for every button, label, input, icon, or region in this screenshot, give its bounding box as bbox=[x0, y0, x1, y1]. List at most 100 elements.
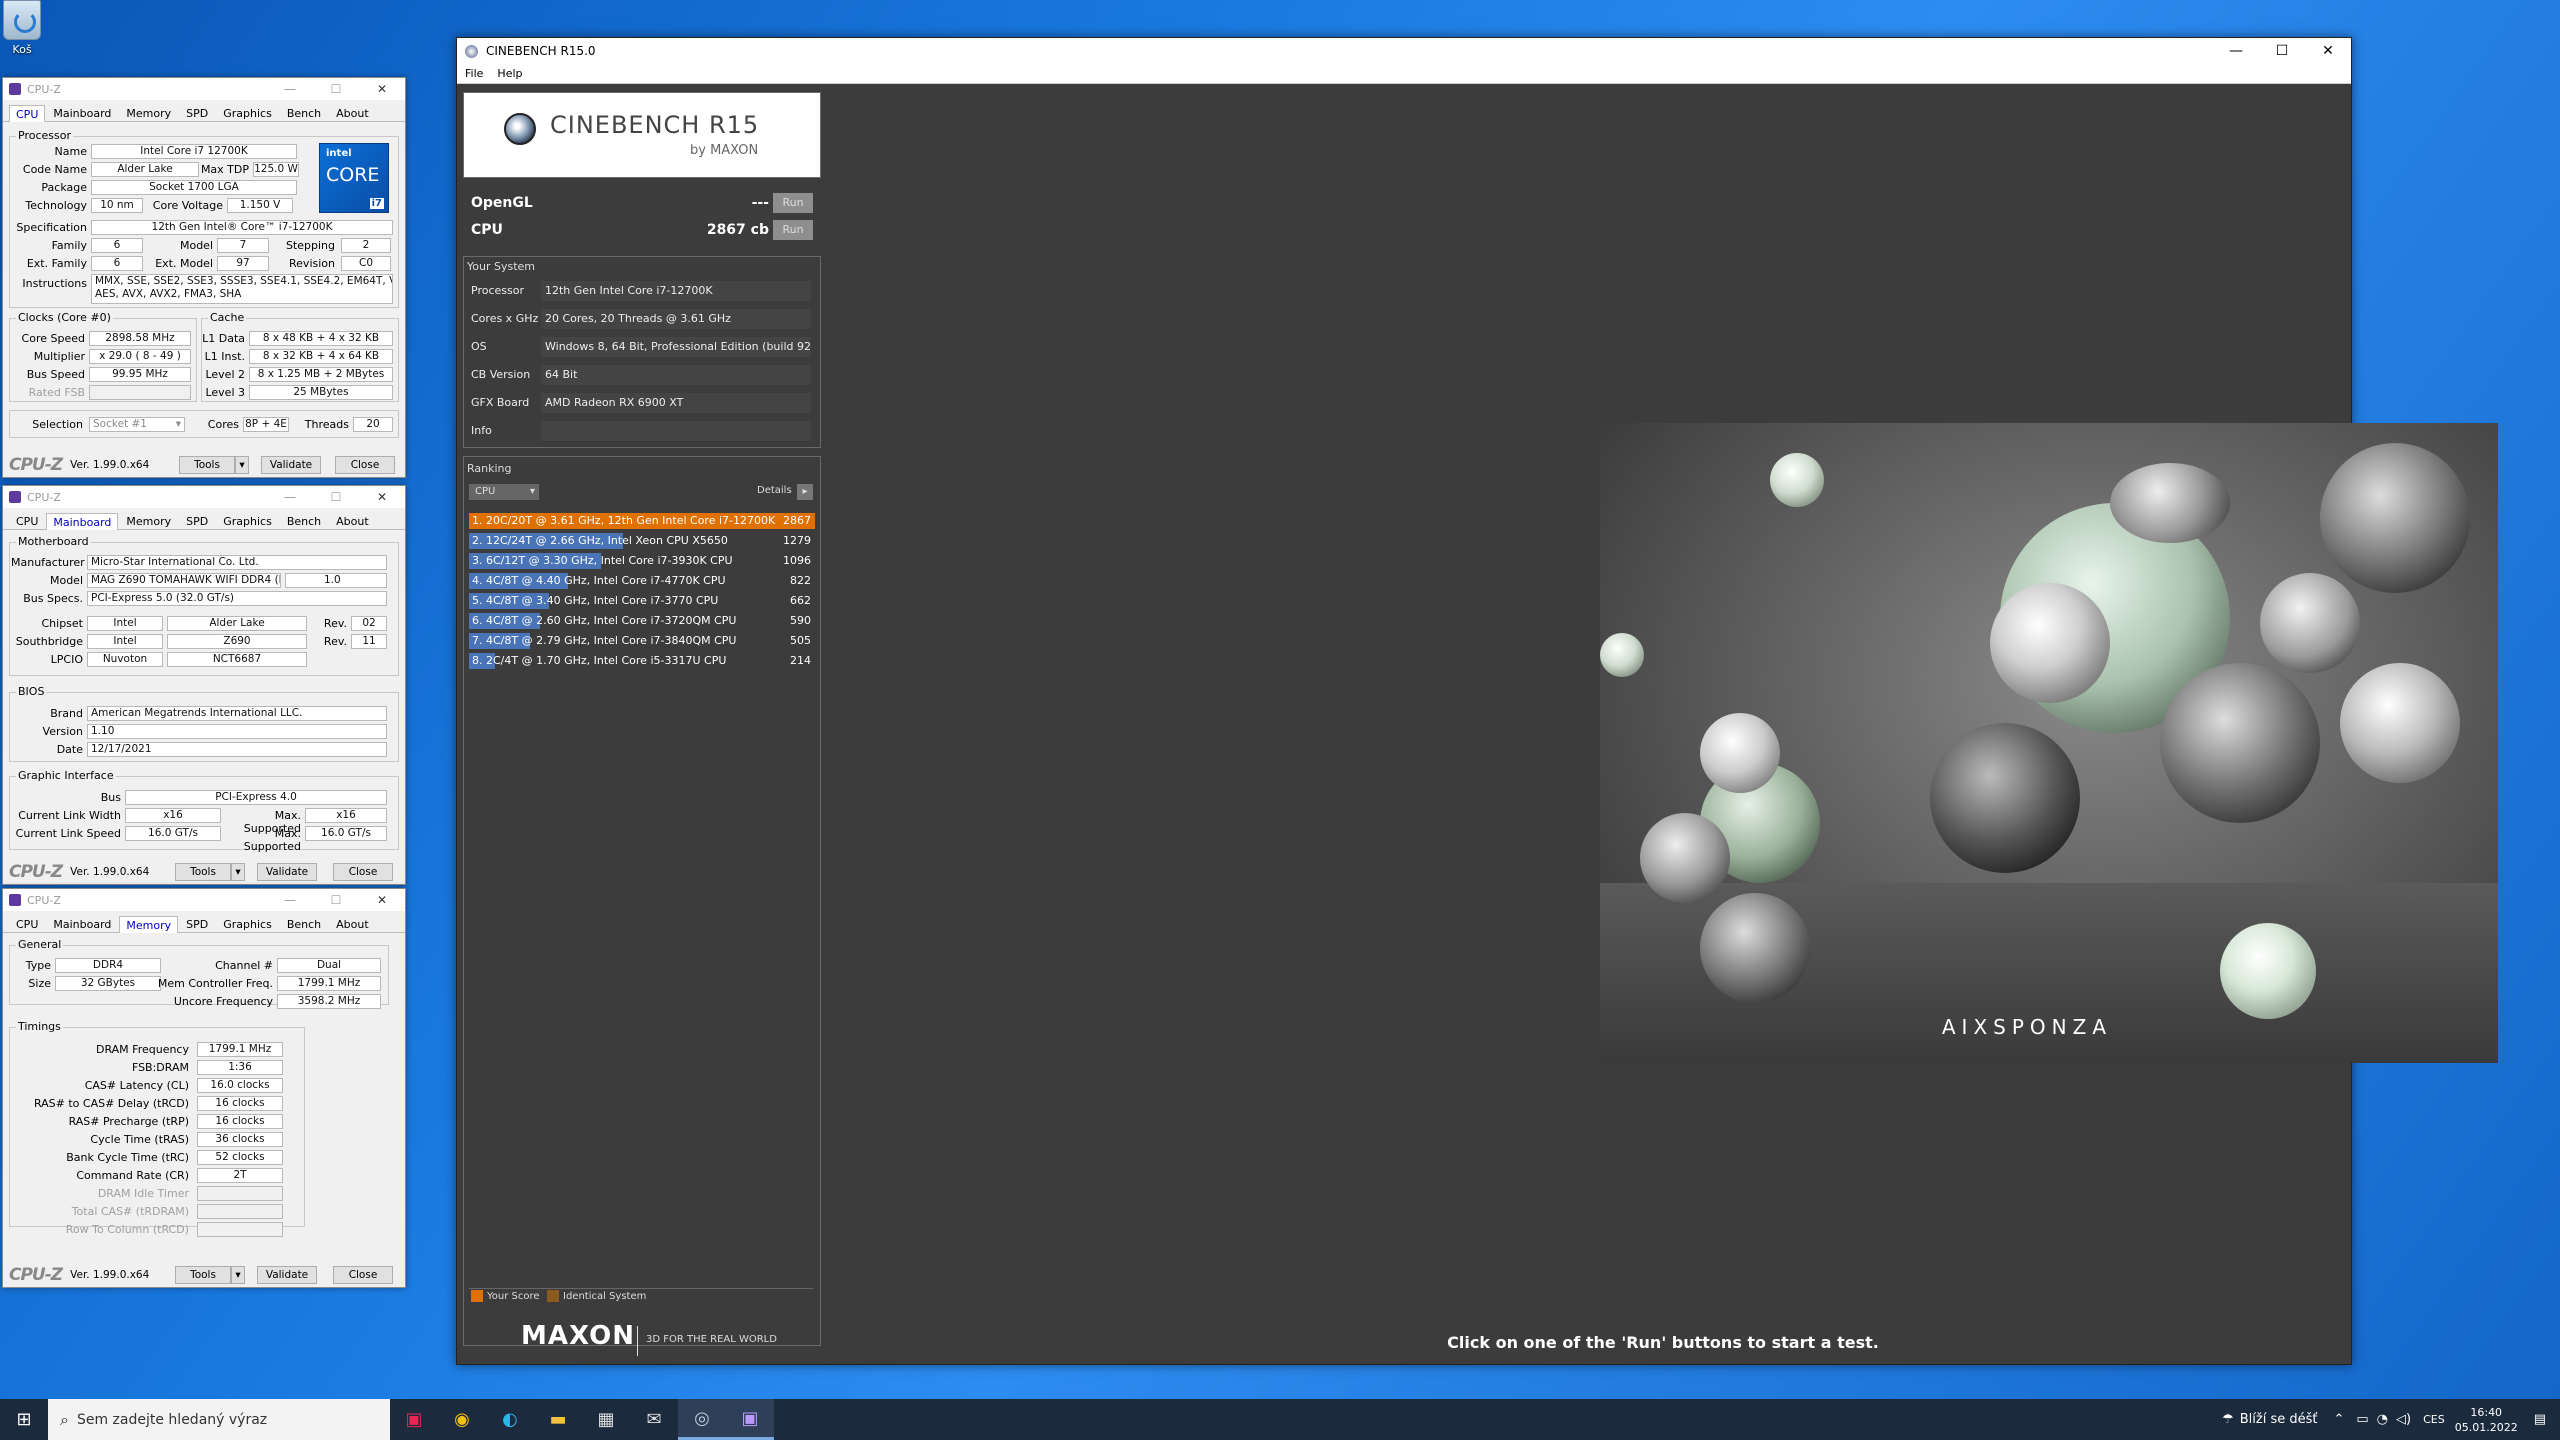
ranking-row[interactable]: 8. 2C/4T @ 1.70 GHz, Intel Core i5-3317U… bbox=[469, 652, 815, 670]
socket-select[interactable]: Socket #1 ▾ bbox=[89, 417, 185, 432]
menu-file[interactable]: File bbox=[465, 67, 483, 80]
close-icon[interactable]: ✕ bbox=[359, 490, 405, 504]
ranking-row[interactable]: 6. 4C/8T @ 2.60 GHz, Intel Core i7-3720Q… bbox=[469, 612, 815, 630]
ranking-row[interactable]: 2. 12C/24T @ 2.66 GHz, Intel Xeon CPU X5… bbox=[469, 532, 815, 550]
tab-memory[interactable]: Memory bbox=[119, 916, 179, 933]
minimize-button[interactable]: — bbox=[267, 82, 313, 96]
ranking-row[interactable]: 3. 6C/12T @ 3.30 GHz, Intel Core i7-3930… bbox=[469, 552, 815, 570]
validate-button[interactable]: Validate bbox=[261, 456, 321, 474]
close-icon[interactable]: ✕ bbox=[2305, 43, 2351, 59]
maximize-button[interactable]: ☐ bbox=[313, 490, 359, 504]
details-arrow-icon[interactable]: ▸ bbox=[797, 484, 813, 500]
volume-icon[interactable]: ◁) bbox=[2396, 1412, 2411, 1427]
validate-button[interactable]: Validate bbox=[257, 1266, 317, 1284]
taskbar-app-icon[interactable]: ▣ bbox=[390, 1399, 438, 1440]
tab-bench[interactable]: Bench bbox=[280, 512, 328, 529]
ranking-select-value: CPU bbox=[475, 486, 496, 497]
tab-graphics[interactable]: Graphics bbox=[216, 104, 279, 121]
close-button[interactable]: Close bbox=[335, 456, 395, 474]
chrome-icon[interactable]: ◉ bbox=[438, 1399, 486, 1440]
timing-value bbox=[197, 1222, 283, 1237]
tab-spd[interactable]: SPD bbox=[179, 104, 215, 121]
cpu-run-button[interactable]: Run bbox=[773, 220, 813, 240]
minimize-button[interactable]: — bbox=[267, 893, 313, 907]
cinebench-taskbar-icon[interactable]: ◎ bbox=[678, 1399, 726, 1440]
ranking-row[interactable]: 4. 4C/8T @ 4.40 GHz, Intel Core i7-4770K… bbox=[469, 572, 815, 590]
tab-cpu[interactable]: CPU bbox=[9, 915, 45, 932]
tab-mainboard[interactable]: Mainboard bbox=[46, 104, 118, 121]
recycle-bin-icon[interactable]: Koš bbox=[0, 0, 44, 68]
close-icon[interactable]: ✕ bbox=[359, 82, 405, 96]
tab-spd[interactable]: SPD bbox=[179, 915, 215, 932]
tab-graphics[interactable]: Graphics bbox=[216, 512, 279, 529]
ext-family-label: Ext. Family bbox=[26, 257, 87, 270]
minimize-button[interactable]: — bbox=[267, 490, 313, 504]
tab-mainboard[interactable]: Mainboard bbox=[46, 513, 119, 530]
maximize-button[interactable]: ☐ bbox=[313, 893, 359, 907]
tools-dropdown-icon[interactable]: ▾ bbox=[235, 456, 249, 474]
tools-dropdown-icon[interactable]: ▾ bbox=[231, 863, 245, 881]
maximize-button[interactable]: ☐ bbox=[313, 82, 359, 96]
search-input[interactable]: ⌕ Sem zadejte hledaný výraz bbox=[48, 1399, 390, 1440]
ranking-row[interactable]: 7. 4C/8T @ 2.79 GHz, Intel Core i7-3840Q… bbox=[469, 632, 815, 650]
instructions-label: Instructions bbox=[22, 277, 87, 290]
tab-about[interactable]: About bbox=[329, 915, 376, 932]
minimize-button[interactable]: — bbox=[2213, 43, 2259, 59]
southbridge-revision: 11 bbox=[351, 634, 387, 649]
tab-cpu[interactable]: CPU bbox=[9, 512, 45, 529]
tab-graphics[interactable]: Graphics bbox=[216, 915, 279, 932]
clock[interactable]: 16:40 05.01.2022 bbox=[2455, 1405, 2518, 1435]
maximize-button[interactable]: ☐ bbox=[2259, 43, 2305, 59]
tab-mainboard[interactable]: Mainboard bbox=[46, 915, 118, 932]
tab-memory[interactable]: Memory bbox=[119, 104, 178, 121]
opengl-run-button[interactable]: Run bbox=[773, 193, 813, 213]
ranking-row[interactable]: 5. 4C/8T @ 3.40 GHz, Intel Core i7-3770 … bbox=[469, 592, 815, 610]
weather-text[interactable]: Blíží se déšť bbox=[2240, 1412, 2318, 1427]
close-icon[interactable]: ✕ bbox=[359, 893, 405, 907]
validate-button[interactable]: Validate bbox=[257, 863, 317, 881]
mail-icon[interactable]: ✉ bbox=[630, 1399, 678, 1440]
timing-value: 1799.1 MHz bbox=[197, 1042, 283, 1057]
details-button[interactable]: Details bbox=[757, 485, 792, 496]
title-bar[interactable]: CPU-Z — ☐ ✕ bbox=[3, 486, 405, 508]
tab-bench[interactable]: Bench bbox=[280, 104, 328, 121]
chevron-down-icon: ▾ bbox=[529, 486, 535, 497]
store-icon[interactable]: ▦ bbox=[582, 1399, 630, 1440]
model-label: Model bbox=[49, 574, 83, 587]
tab-cpu[interactable]: CPU bbox=[9, 105, 46, 122]
battery-icon[interactable]: ▭ bbox=[2356, 1412, 2368, 1427]
threads-value: 20 bbox=[353, 417, 393, 432]
close-button[interactable]: Close bbox=[333, 1266, 393, 1284]
tab-memory[interactable]: Memory bbox=[119, 512, 178, 529]
title-bar[interactable]: CPU-Z — ☐ ✕ bbox=[3, 889, 405, 911]
system-info-value[interactable] bbox=[541, 421, 811, 441]
language-indicator[interactable]: CES bbox=[2423, 1413, 2445, 1426]
code-name-value: Alder Lake bbox=[91, 162, 199, 177]
tools-button[interactable]: Tools bbox=[175, 1266, 231, 1284]
notifications-icon[interactable]: ▤ bbox=[2534, 1412, 2546, 1427]
title-bar[interactable]: CINEBENCH R15.0 — ☐ ✕ bbox=[457, 38, 2351, 64]
ranking-row[interactable]: 1. 20C/20T @ 3.61 GHz, 12th Gen Intel Co… bbox=[469, 512, 815, 530]
tab-about[interactable]: About bbox=[329, 512, 376, 529]
file-explorer-icon[interactable]: ▬ bbox=[534, 1399, 582, 1440]
tools-dropdown-icon[interactable]: ▾ bbox=[231, 1266, 245, 1284]
ranking-select[interactable]: CPU ▾ bbox=[469, 484, 539, 500]
close-button[interactable]: Close bbox=[333, 863, 393, 881]
tab-spd[interactable]: SPD bbox=[179, 512, 215, 529]
manufacturer-value: Micro-Star International Co. Ltd. bbox=[87, 555, 387, 570]
tab-about[interactable]: About bbox=[329, 104, 376, 121]
tab-bench[interactable]: Bench bbox=[280, 915, 328, 932]
edge-icon[interactable]: ◐ bbox=[486, 1399, 534, 1440]
cpuz-taskbar-icon[interactable]: ▣ bbox=[726, 1399, 774, 1440]
specification-label: Specification bbox=[16, 221, 87, 234]
title-bar[interactable]: CPU-Z — ☐ ✕ bbox=[3, 78, 405, 100]
ranking-label: 2. 12C/24T @ 2.66 GHz, Intel Xeon CPU X5… bbox=[472, 534, 728, 547]
tools-button[interactable]: Tools bbox=[179, 456, 235, 474]
system-info-value: 20 Cores, 20 Threads @ 3.61 GHz bbox=[541, 309, 811, 329]
network-icon[interactable]: ◔ bbox=[2377, 1412, 2388, 1427]
menu-help[interactable]: Help bbox=[497, 67, 522, 80]
weather-icon[interactable]: ☂ bbox=[2222, 1412, 2234, 1427]
tools-button[interactable]: Tools bbox=[175, 863, 231, 881]
chevron-up-icon[interactable]: ⌃ bbox=[2333, 1412, 2344, 1427]
start-button-windows-icon[interactable]: ⊞ bbox=[0, 1399, 48, 1440]
